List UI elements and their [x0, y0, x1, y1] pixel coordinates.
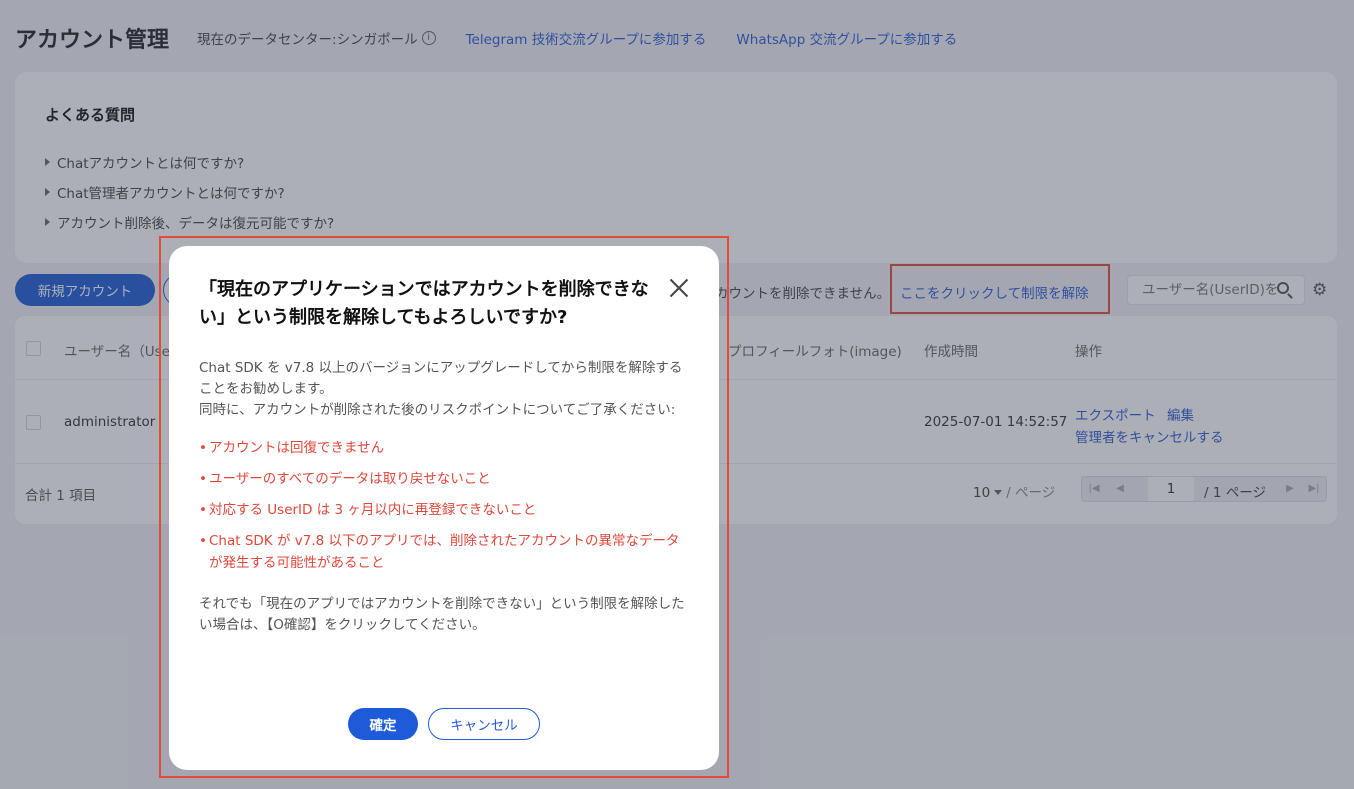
account-management-page: アカウント管理 現在のデータセンター:シンガポール i Telegram 技術交…	[0, 0, 1354, 789]
risk-item: Chat SDK が v7.8 以下のアプリでは、削除されたアカウントの異常なデ…	[199, 530, 691, 574]
risk-list: アカウントは回復できません ユーザーのすべてのデータは取り戻せないこと 対応する…	[199, 437, 691, 574]
recommendation-text: Chat SDK を v7.8 以上のバージョンにアップグレードしてから制限を解…	[199, 360, 683, 397]
close-icon[interactable]	[667, 276, 691, 300]
risk-intro-text: 同時に、アカウントが削除された後のリスクポイントについてご了承ください:	[199, 402, 676, 418]
risk-item: ユーザーのすべてのデータは取り戻せないこと	[199, 468, 691, 490]
cancel-button[interactable]: キャンセル	[428, 708, 540, 740]
dialog-body: Chat SDK を v7.8 以上のバージョンにアップグレードしてから制限を解…	[199, 358, 691, 636]
dialog-title: 「現在のアプリケーションではアカウントを削除できない」という制限を解除してもよろ…	[199, 279, 649, 328]
dialog-actions: 確定 キャンセル	[169, 708, 719, 740]
risk-item: 対応する UserID は 3 ヶ月以内に再登録できないこと	[199, 499, 691, 521]
risk-item: アカウントは回復できません	[199, 437, 691, 459]
unlock-restriction-dialog: 「現在のアプリケーションではアカウントを削除できない」という制限を解除してもよろ…	[169, 246, 719, 770]
closing-text: それでも「現在のアプリではアカウントを削除できない」という制限を解除したい場合は…	[199, 596, 685, 633]
confirm-button[interactable]: 確定	[348, 708, 418, 740]
